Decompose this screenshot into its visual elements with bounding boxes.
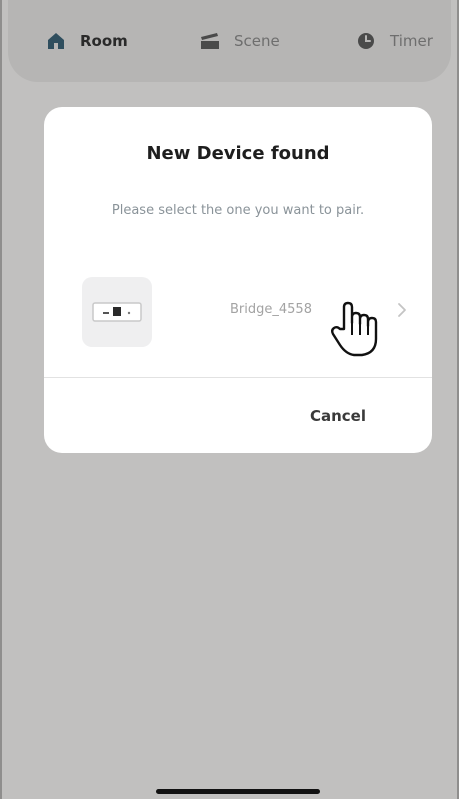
new-device-dialog: New Device found Please select the one y…: [44, 107, 432, 453]
dialog-subtitle: Please select the one you want to pair.: [111, 203, 365, 218]
device-name: Bridge_4558: [230, 302, 312, 317]
nav-tab-timer[interactable]: Timer: [356, 28, 433, 54]
clock-icon: [356, 31, 376, 51]
chevron-right-icon: [398, 303, 406, 317]
nav-tab-label: Scene: [234, 32, 280, 50]
home-indicator-bar[interactable]: [156, 789, 320, 794]
nav-tab-label: Timer: [390, 32, 433, 50]
dialog-divider: [44, 377, 432, 378]
device-thumbnail: [82, 277, 152, 347]
home-icon: [46, 31, 66, 51]
scene-icon: [200, 31, 220, 51]
nav-tab-room[interactable]: Room: [46, 28, 128, 54]
cancel-button[interactable]: Cancel: [310, 407, 366, 425]
hand-pointer-icon: [331, 301, 378, 357]
top-navigation: Room Scene Timer: [8, 0, 451, 82]
bridge-device-icon: [92, 302, 142, 322]
device-list-item[interactable]: Bridge_4558: [44, 267, 432, 357]
device-frame-edge: [0, 0, 2, 799]
dialog-title: New Device found: [146, 143, 330, 164]
nav-tab-scene[interactable]: Scene: [200, 28, 280, 54]
nav-tab-label: Room: [80, 32, 128, 50]
